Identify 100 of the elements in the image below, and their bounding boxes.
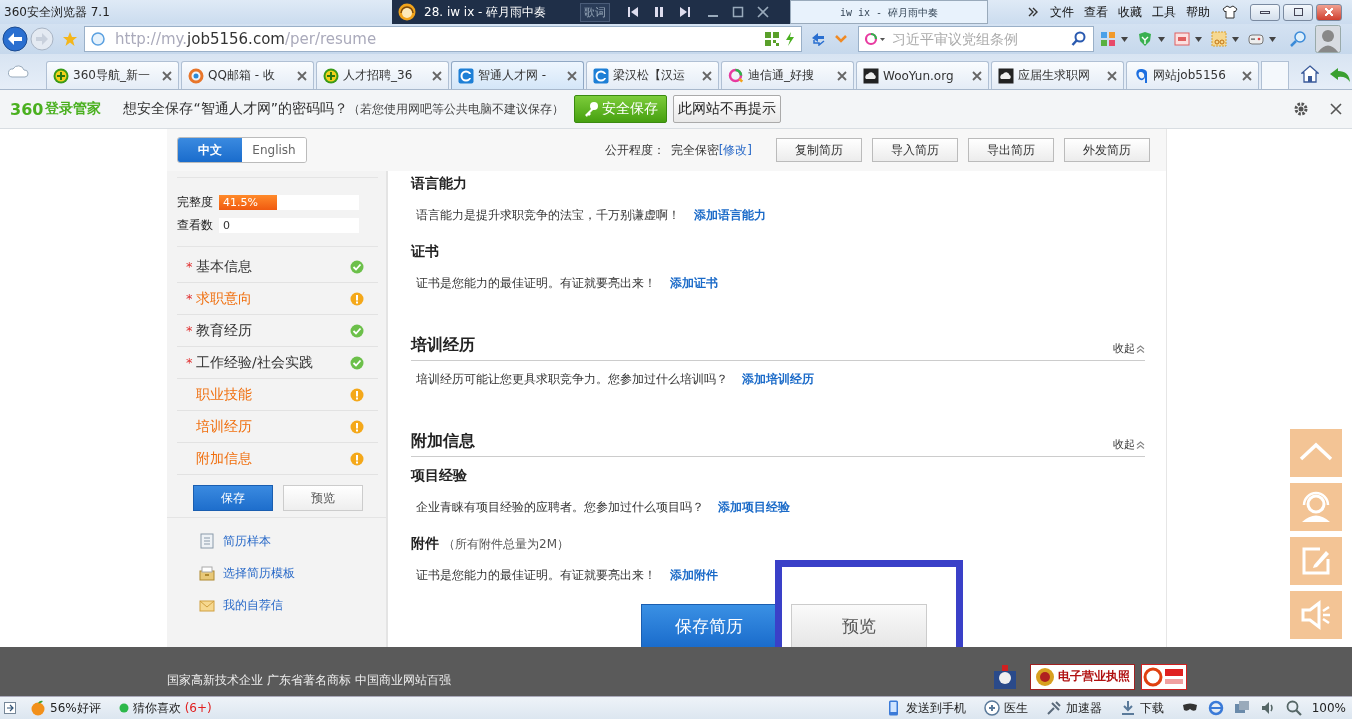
trust-badge-icon[interactable] — [1141, 663, 1187, 690]
volume-icon[interactable] — [1259, 700, 1276, 716]
undo-arrow-icon[interactable] — [1329, 67, 1351, 83]
magnifier-icon[interactable] — [1285, 700, 1302, 716]
menu-item[interactable]: 帮助 — [1186, 3, 1210, 21]
lyrics-button[interactable]: 歌词 — [580, 2, 610, 22]
ie-logo-icon[interactable] — [1207, 700, 1224, 716]
add-link[interactable]: 添加附件 — [670, 566, 718, 584]
zoom-level[interactable]: 100% — [1311, 701, 1346, 715]
collapse-link[interactable]: 收起 — [1113, 437, 1145, 452]
close-icon[interactable] — [297, 70, 307, 81]
sidebar-toggle-icon[interactable] — [4, 702, 16, 714]
settings-icon[interactable] — [1294, 102, 1308, 116]
recommend-link[interactable]: 猜你喜欢 — [132, 699, 181, 717]
close-icon[interactable] — [1107, 70, 1117, 81]
dropdown-caret-icon[interactable] — [1269, 36, 1276, 42]
browser-tab[interactable]: 梁汉松【汉运 — [586, 61, 719, 89]
browser-tab[interactable]: 迪信通_好搜 — [721, 61, 854, 89]
qr-code-icon[interactable] — [765, 32, 779, 46]
sidebar-link[interactable]: 选择简历模板 — [223, 564, 295, 582]
save-resume-button[interactable]: 保存简历 — [641, 604, 777, 647]
pause-icon[interactable] — [653, 6, 665, 18]
previous-icon[interactable] — [627, 6, 639, 18]
save-button[interactable]: 保存 — [193, 485, 273, 511]
download-icon[interactable] — [1119, 700, 1136, 716]
apps-grid-icon[interactable] — [1100, 31, 1116, 47]
collapse-link[interactable]: 收起 — [1113, 341, 1145, 356]
status-button[interactable]: 医生 — [1003, 699, 1028, 717]
close-icon[interactable] — [972, 70, 982, 81]
back-icon[interactable] — [2, 26, 28, 52]
status-button[interactable]: 发送到手机 — [905, 699, 966, 717]
lightning-icon[interactable] — [785, 32, 795, 46]
swap-arrows-icon[interactable] — [810, 32, 826, 46]
browser-tab[interactable]: QQ邮箱 - 收 — [181, 61, 314, 89]
resume-action-button[interactable]: 复制简历 — [776, 138, 862, 162]
section-nav-item[interactable]: * 教育经历 — [177, 315, 378, 347]
maximize-icon[interactable] — [732, 6, 744, 18]
menu-item[interactable]: 查看 — [1084, 3, 1108, 21]
browser-tab[interactable]: 智通人才网 - — [451, 61, 584, 89]
search-icon[interactable] — [1071, 31, 1087, 47]
menu-item[interactable]: 工具 — [1152, 3, 1176, 21]
shirt-icon[interactable] — [1222, 5, 1238, 19]
never-for-site-button[interactable]: 此网站不再提示 — [672, 95, 781, 123]
restore-button[interactable] — [1283, 3, 1313, 21]
preview-button[interactable]: 预览 — [283, 485, 363, 511]
dropdown-caret-icon[interactable] — [1121, 36, 1128, 42]
player-tab[interactable]: iw ix - 碎月雨中奏 — [790, 0, 988, 24]
doctor-cross-icon[interactable] — [983, 700, 1000, 716]
add-link[interactable]: 添加语言能力 — [694, 206, 766, 224]
window-stack-icon[interactable] — [1233, 700, 1250, 716]
menu-item[interactable]: 收藏 — [1118, 3, 1142, 21]
menu-item[interactable]: 文件 — [1050, 3, 1074, 21]
add-link[interactable]: 添加证书 — [670, 274, 718, 292]
browser-tab[interactable]: 应届生求职网 — [991, 61, 1124, 89]
font-box-icon[interactable] — [1174, 31, 1190, 47]
section-nav-item[interactable]: * 工作经验/社会实践 — [177, 347, 378, 379]
close-icon[interactable] — [432, 70, 442, 81]
close-button[interactable] — [1316, 3, 1342, 21]
minimize-button[interactable] — [1250, 3, 1280, 21]
address-field[interactable]: http://my.job5156.com/per/resume — [84, 26, 802, 52]
dropdown-caret-icon[interactable] — [1158, 36, 1165, 42]
zoom-icon[interactable] — [1289, 30, 1307, 48]
status-button[interactable]: 下载 — [1139, 699, 1164, 717]
edit-link[interactable]: [修改] — [718, 141, 752, 159]
search-field[interactable]: 习近平审议党组条例 — [858, 26, 1094, 52]
shield-icon[interactable] — [1137, 31, 1153, 47]
language-tab[interactable]: 中文 — [178, 138, 242, 162]
license-badge[interactable]: 电子营业执照 — [1030, 663, 1135, 690]
dropdown-caret-icon[interactable] — [1195, 36, 1202, 42]
more-chevron-icon[interactable] — [1028, 7, 1038, 17]
browser-tab[interactable]: 360导航_新一 — [46, 61, 179, 89]
language-tab[interactable]: English — [242, 138, 306, 162]
sidebar-link[interactable]: 我的自荐信 — [223, 596, 283, 614]
resume-action-button[interactable]: 导出简历 — [968, 138, 1054, 162]
close-icon[interactable] — [757, 6, 769, 18]
section-nav-item[interactable]: * 基本信息 — [177, 251, 378, 283]
resume-action-button[interactable]: 外发简历 — [1064, 138, 1150, 162]
browser-tab[interactable]: 网站job5156 — [1126, 61, 1259, 89]
browser-tab[interactable]: WooYun.org — [856, 61, 989, 89]
search-engine-icon[interactable] — [864, 32, 886, 46]
close-icon[interactable] — [1242, 70, 1252, 81]
star-icon[interactable] — [62, 31, 78, 47]
section-nav-item[interactable]: * 求职意向 — [177, 283, 378, 315]
close-icon[interactable] — [1330, 103, 1342, 115]
add-link[interactable]: 添加项目经验 — [718, 498, 790, 516]
status-button[interactable]: 加速器 — [1065, 699, 1102, 717]
next-icon[interactable] — [679, 6, 691, 18]
preview-button[interactable]: 预览 — [791, 604, 927, 647]
home-icon[interactable] — [1301, 65, 1319, 83]
close-icon[interactable] — [567, 70, 577, 81]
resume-action-button[interactable]: 导入简历 — [872, 138, 958, 162]
gamepad-icon[interactable] — [1248, 31, 1264, 47]
browser-tab[interactable]: 人才招聘_36 — [316, 61, 449, 89]
ring-icon — [188, 67, 204, 84]
close-icon[interactable] — [837, 70, 847, 81]
close-icon[interactable] — [162, 70, 172, 81]
sidebar-link[interactable]: 简历样本 — [223, 532, 271, 550]
add-link[interactable]: 添加培训经历 — [742, 370, 814, 388]
dropdown-caret-icon[interactable] — [1232, 36, 1239, 42]
close-icon[interactable] — [702, 70, 712, 81]
